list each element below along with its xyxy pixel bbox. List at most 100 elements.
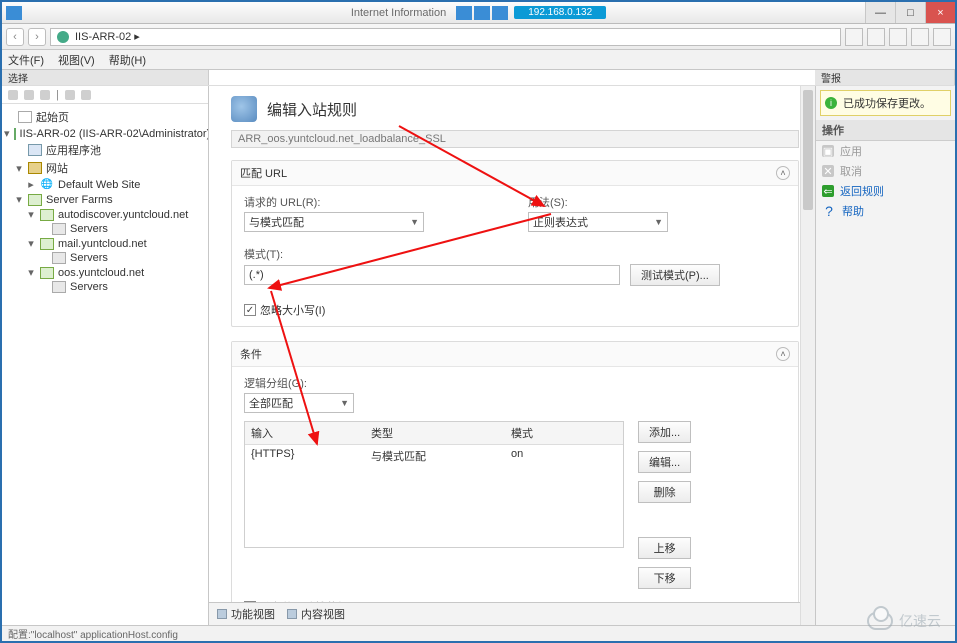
ignore-case-checkbox[interactable]: ✓ 忽略大小写(I): [244, 302, 786, 318]
using-select[interactable]: 正则表达式▼: [528, 212, 668, 232]
title-icon: [6, 6, 22, 20]
connections-header: 选择: [2, 70, 209, 85]
server-farms-icon: [28, 194, 42, 206]
cell-input: {HTTPS}: [245, 445, 365, 467]
conditions-table[interactable]: 输入 类型 模式 {HTTPS} 与模式匹配 on: [244, 421, 624, 548]
tree-tool-icon[interactable]: [24, 90, 34, 100]
node-server-farms[interactable]: Server Farms: [46, 194, 113, 206]
node-farm-mail[interactable]: mail.yuntcloud.net: [58, 238, 147, 250]
app-window: Internet Information 192.168.0.132 — □ ×…: [0, 0, 957, 643]
help-icon: ?: [822, 205, 836, 217]
pattern-label: 模式(T):: [244, 246, 786, 262]
farm-icon: [40, 238, 54, 250]
node-server[interactable]: IIS-ARR-02 (IIS-ARR-02\Administrator): [20, 128, 208, 140]
move-down-button[interactable]: 下移: [638, 567, 691, 589]
success-icon: i: [825, 97, 837, 109]
start-page-icon: [18, 111, 32, 123]
delete-condition-button[interactable]: 删除: [638, 481, 691, 503]
tab-content-view[interactable]: 内容视图: [287, 606, 345, 622]
help-link[interactable]: ?帮助: [822, 203, 949, 219]
node-farm-oos[interactable]: oos.yuntcloud.net: [58, 267, 144, 279]
nav-back-button[interactable]: ‹: [6, 28, 24, 46]
tree-tool-icon[interactable]: [81, 90, 91, 100]
tab-features-view[interactable]: 功能视图: [217, 606, 275, 622]
content-pane: 编辑入站规则 ARR_oos.yuntcloud.net_loadbalance…: [209, 86, 815, 625]
app-title: Internet Information: [351, 7, 446, 19]
tree-toolbar: |: [2, 86, 208, 104]
test-pattern-button[interactable]: 测试模式(P)...: [630, 264, 720, 286]
url-rewrite-icon: [231, 96, 257, 122]
server-icon: [14, 128, 16, 140]
close-button[interactable]: ×: [925, 2, 955, 23]
tree-tool-icon[interactable]: [40, 90, 50, 100]
addr-tool-icon[interactable]: [845, 28, 863, 46]
collapse-button[interactable]: ˄: [776, 347, 790, 361]
move-up-button[interactable]: 上移: [638, 537, 691, 559]
addr-tool-icon[interactable]: [867, 28, 885, 46]
tree-tool-icon[interactable]: [65, 90, 75, 100]
apply-action[interactable]: ▣应用: [822, 143, 949, 159]
connections-tree[interactable]: 起始页 ▾IIS-ARR-02 (IIS-ARR-02\Administrato…: [2, 104, 208, 298]
col-pattern: 模式: [505, 422, 623, 444]
back-to-rules-link[interactable]: ⇐返回规则: [822, 183, 949, 199]
conditions-title: 条件: [240, 346, 262, 362]
node-servers[interactable]: Servers: [70, 252, 108, 264]
add-condition-button[interactable]: 添加...: [638, 421, 691, 443]
actions-pane: i 已成功保存更改。 操作 ▣应用 ✕取消 ⇐返回规则 ?帮助: [815, 86, 955, 625]
track-capture-checkbox[interactable]: 跨条件跟踪捕获组(K): [244, 599, 786, 602]
menu-bar: 文件(F) 视图(V) 帮助(H): [2, 50, 955, 70]
collapse-button[interactable]: ˄: [776, 166, 790, 180]
vertical-scrollbar[interactable]: [800, 86, 815, 625]
node-servers[interactable]: Servers: [70, 281, 108, 293]
scroll-thumb[interactable]: [803, 90, 813, 210]
cell-pattern: on: [505, 445, 623, 467]
node-servers[interactable]: Servers: [70, 223, 108, 235]
connections-tree-pane: | 起始页 ▾IIS-ARR-02 (IIS-ARR-02\Administra…: [2, 86, 209, 625]
title-glyph: [474, 6, 490, 20]
cancel-action[interactable]: ✕取消: [822, 163, 949, 179]
apply-icon: ▣: [822, 145, 834, 157]
cancel-icon: ✕: [822, 165, 834, 177]
page-title: 编辑入站规则: [267, 99, 357, 120]
track-capture-label: 跨条件跟踪捕获组(K): [260, 599, 363, 602]
logical-grouping-select[interactable]: 全部匹配▼: [244, 393, 354, 413]
match-url-title: 匹配 URL: [240, 165, 287, 181]
node-sites[interactable]: 网站: [46, 160, 68, 176]
node-app-pools[interactable]: 应用程序池: [46, 142, 101, 158]
refresh-icon[interactable]: [889, 28, 907, 46]
requested-url-label: 请求的 URL(R):: [244, 194, 424, 210]
globe-icon: 🌐: [40, 179, 54, 191]
pattern-input[interactable]: (.*): [244, 265, 620, 285]
requested-url-select[interactable]: 与模式匹配▼: [244, 212, 424, 232]
app-pools-icon: [28, 144, 42, 156]
edit-condition-button[interactable]: 编辑...: [638, 451, 691, 473]
chevron-down-icon: ▼: [410, 217, 419, 227]
conditions-panel: 条件 ˄ 逻辑分组(G): 全部匹配▼ 输入 类型: [231, 341, 799, 602]
title-glyph: [492, 6, 508, 20]
col-input: 输入: [245, 422, 365, 444]
node-default-site[interactable]: Default Web Site: [58, 179, 140, 191]
actions-header: 操作: [816, 120, 955, 141]
table-row[interactable]: {HTTPS} 与模式匹配 on: [245, 445, 623, 467]
globe-icon: [57, 31, 69, 43]
tree-tool-icon[interactable]: [8, 90, 18, 100]
help-icon[interactable]: [933, 28, 951, 46]
maximize-button[interactable]: □: [895, 2, 925, 23]
nav-forward-button[interactable]: ›: [28, 28, 46, 46]
node-start-page[interactable]: 起始页: [36, 109, 69, 125]
features-icon: [217, 609, 227, 619]
stop-icon[interactable]: [911, 28, 929, 46]
content-icon: [287, 609, 297, 619]
minimize-button[interactable]: —: [865, 2, 895, 23]
breadcrumb[interactable]: IIS-ARR-02 ▸: [50, 28, 841, 46]
sites-icon: [28, 162, 42, 174]
menu-view[interactable]: 视图(V): [58, 52, 95, 68]
match-url-panel: 匹配 URL ˄ 请求的 URL(R): 与模式匹配▼ 用法(S): 正则表达式…: [231, 160, 799, 327]
menu-file[interactable]: 文件(F): [8, 52, 44, 68]
rule-name-field[interactable]: ARR_oos.yuntcloud.net_loadbalance_SSL: [231, 130, 799, 148]
ip-badge: 192.168.0.132: [514, 6, 606, 19]
pane-headers: 选择 警报: [2, 70, 955, 86]
node-farm-autodiscover[interactable]: autodiscover.yuntcloud.net: [58, 209, 188, 221]
menu-help[interactable]: 帮助(H): [109, 52, 146, 68]
view-tabs: 功能视图 内容视图: [209, 602, 815, 625]
